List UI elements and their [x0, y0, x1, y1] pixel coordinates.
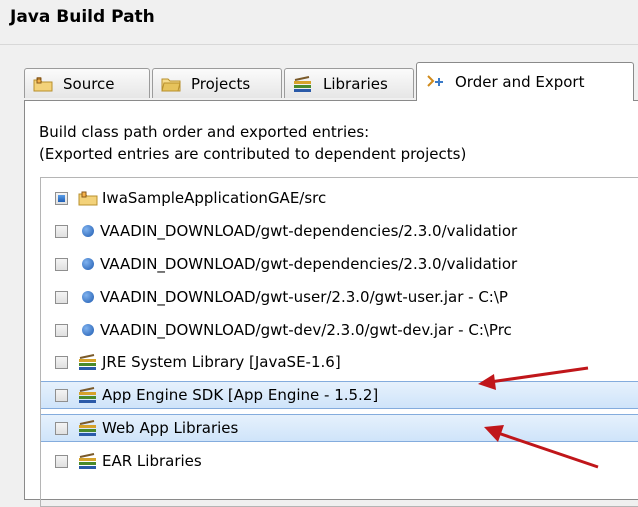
description-line-1: Build class path order and exported entr… — [39, 123, 370, 141]
classpath-entry[interactable]: IwaSampleApplicationGAE/src — [41, 184, 638, 212]
entry-label: VAADIN_DOWNLOAD/gwt-dependencies/2.3.0/v… — [100, 222, 518, 240]
tab-order-and-export[interactable]: Order and Export — [416, 62, 634, 101]
order-export-icon — [427, 75, 443, 87]
tab-libraries[interactable]: Libraries — [284, 68, 414, 98]
entry-label: VAADIN_DOWNLOAD/gwt-user/2.3.0/gwt-user.… — [100, 288, 508, 306]
entry-label: VAADIN_DOWNLOAD/gwt-dependencies/2.3.0/v… — [100, 255, 518, 273]
export-checkbox[interactable] — [55, 224, 68, 238]
entry-label: VAADIN_DOWNLOAD/gwt-dev/2.3.0/gwt-dev.ja… — [100, 321, 512, 339]
classpath-entry[interactable]: VAADIN_DOWNLOAD/gwt-dependencies/2.3.0/v… — [41, 250, 638, 278]
tab-source[interactable]: Source — [24, 68, 150, 98]
header-divider — [0, 44, 638, 45]
annotation-arrow-icon — [478, 366, 589, 390]
export-checkbox[interactable] — [55, 388, 68, 402]
export-checkbox[interactable] — [55, 257, 68, 271]
tab-source-label: Source — [63, 74, 115, 93]
variable-jar-icon — [82, 225, 94, 237]
library-icon — [79, 387, 96, 403]
export-checkbox[interactable] — [55, 454, 68, 468]
entry-label: Web App Libraries — [102, 419, 239, 437]
variable-jar-icon — [82, 291, 94, 303]
export-checkbox[interactable] — [55, 421, 68, 435]
variable-jar-icon — [82, 258, 94, 270]
classpath-entry[interactable]: VAADIN_DOWNLOAD/gwt-user/2.3.0/gwt-user.… — [41, 283, 638, 311]
entry-label: IwaSampleApplicationGAE/src — [102, 189, 327, 207]
export-checkbox[interactable] — [55, 290, 68, 304]
classpath-entry[interactable]: VAADIN_DOWNLOAD/gwt-dev/2.3.0/gwt-dev.ja… — [41, 316, 638, 344]
library-icon — [79, 354, 96, 370]
page-title: Java Build Path — [10, 7, 155, 27]
annotation-arrow-icon — [484, 425, 599, 469]
export-checkbox[interactable] — [55, 323, 68, 337]
classpath-entry[interactable]: VAADIN_DOWNLOAD/gwt-dependencies/2.3.0/v… — [41, 217, 638, 245]
export-checkbox[interactable] — [55, 191, 68, 205]
panel-description: Build class path order and exported entr… — [39, 121, 466, 165]
projects-folder-icon — [161, 78, 181, 91]
source-folder-icon — [78, 191, 98, 206]
library-icon — [79, 420, 96, 436]
library-icon — [79, 453, 96, 469]
tab-projects-label: Projects — [191, 74, 251, 93]
source-folder-icon — [33, 76, 53, 91]
libraries-icon — [294, 75, 311, 92]
tab-projects[interactable]: Projects — [152, 68, 282, 98]
export-checkbox[interactable] — [55, 355, 68, 369]
tab-order-and-export-label: Order and Export — [455, 73, 585, 91]
entry-label: JRE System Library [JavaSE-1.6] — [102, 353, 341, 371]
tab-libraries-label: Libraries — [323, 74, 388, 93]
entry-label: App Engine SDK [App Engine - 1.5.2] — [102, 386, 379, 404]
description-line-2: (Exported entries are contributed to dep… — [39, 145, 467, 163]
entry-label: EAR Libraries — [102, 452, 202, 470]
variable-jar-icon — [82, 324, 94, 336]
